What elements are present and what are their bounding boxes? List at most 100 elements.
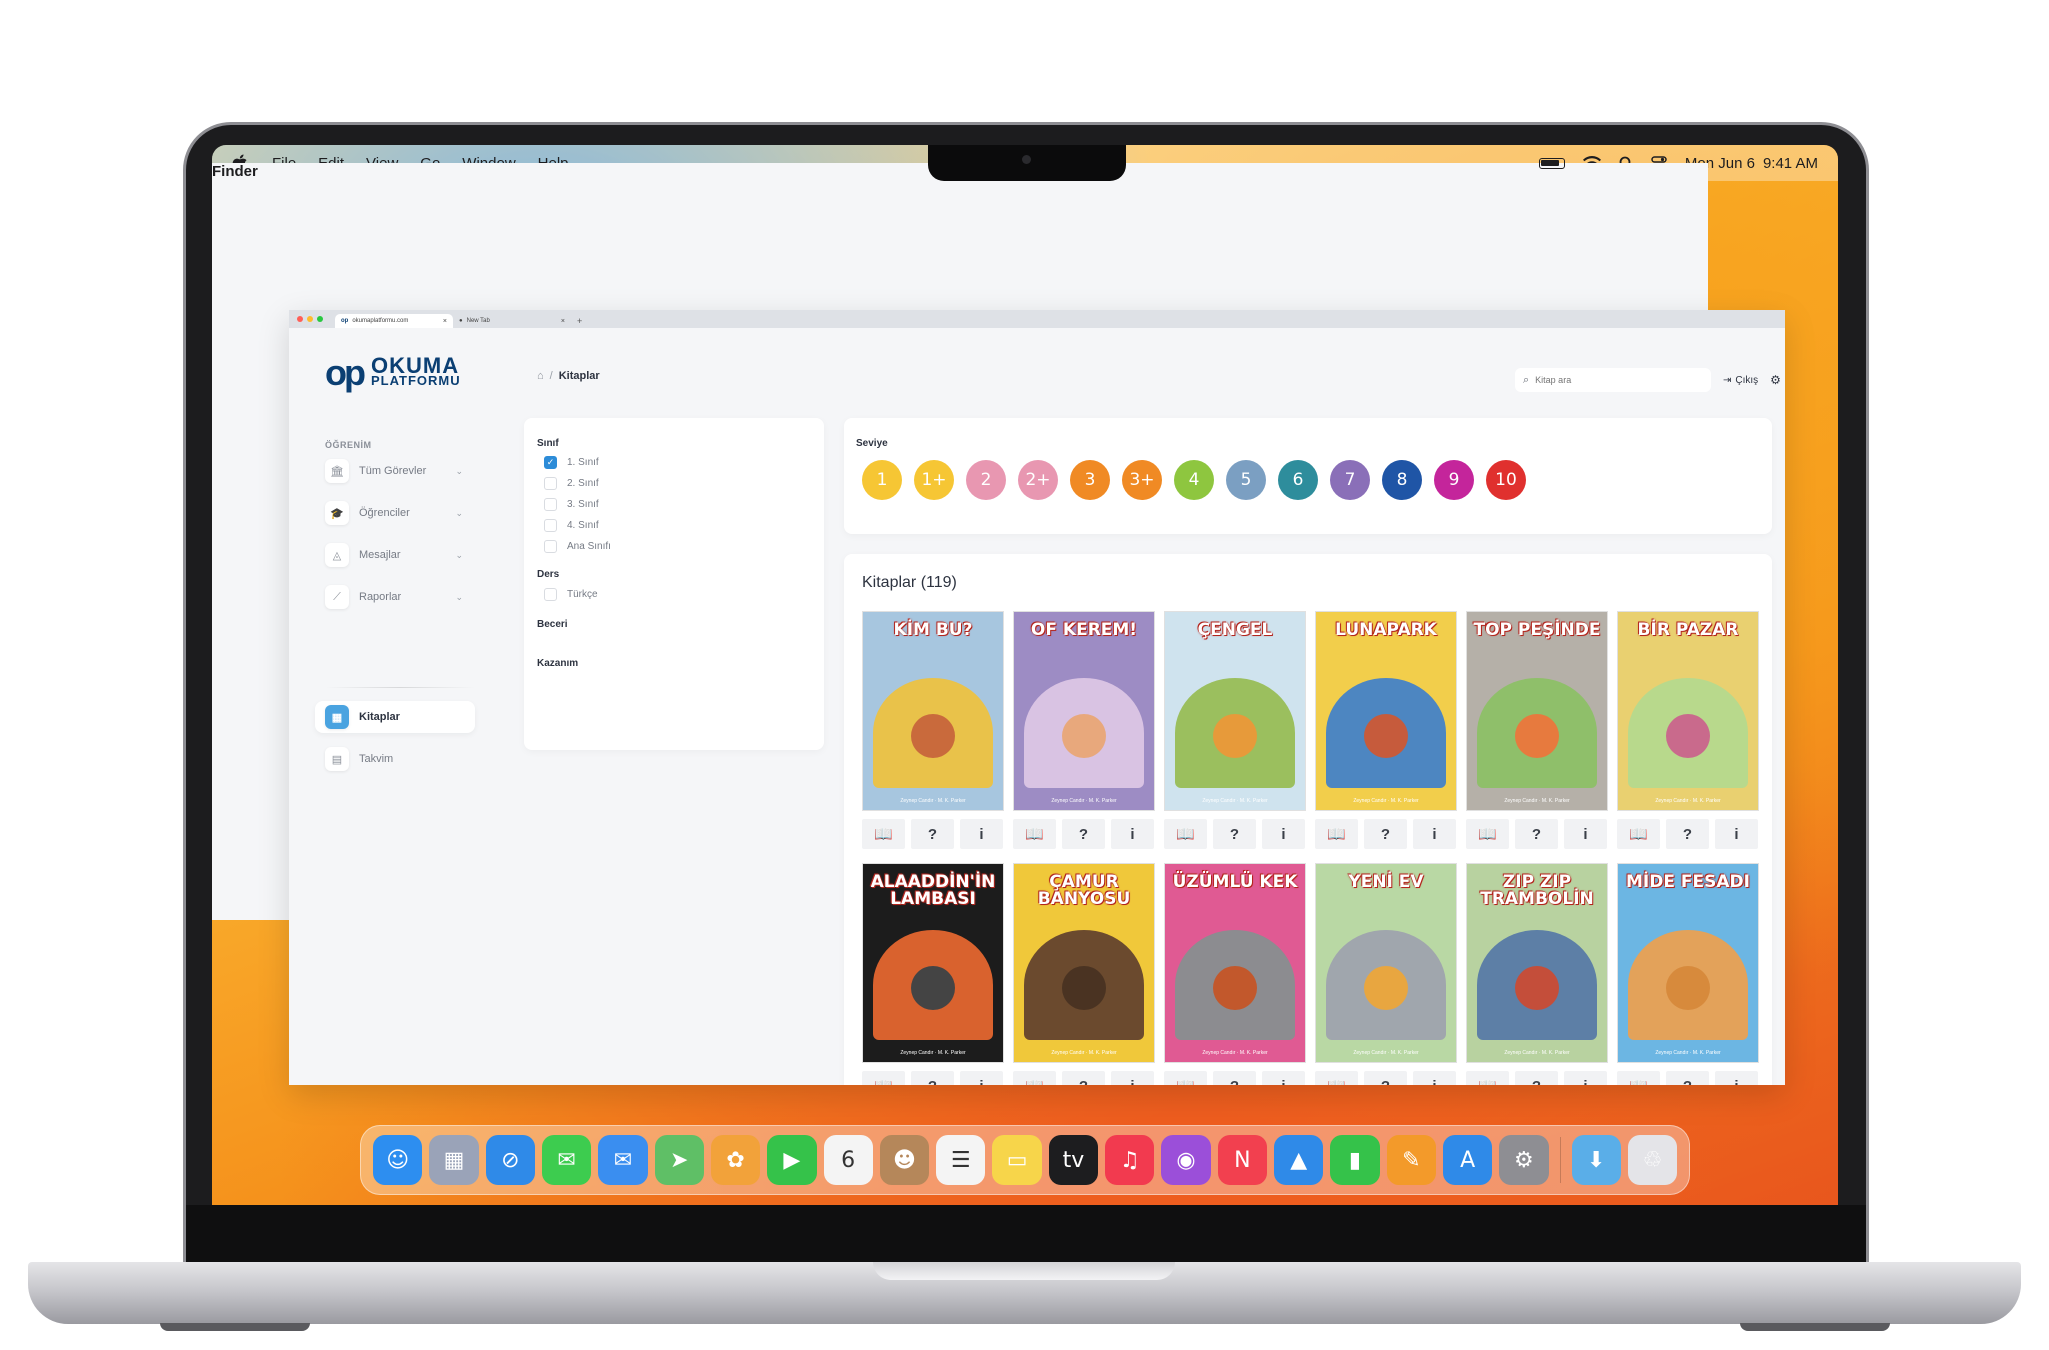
facetime-icon[interactable]: ▶ [767, 1135, 817, 1185]
level-badge[interactable]: 1+ [914, 460, 954, 500]
keynote-icon[interactable]: ▲ [1274, 1135, 1324, 1185]
quiz-question-icon[interactable]: ? [1062, 819, 1105, 849]
book-info-icon[interactable]: i [1111, 1071, 1154, 1085]
search-input[interactable] [1535, 375, 1686, 385]
book-info-icon[interactable]: i [960, 1071, 1003, 1085]
tab-new-tab[interactable]: ● New Tab × [453, 314, 571, 328]
level-badge[interactable]: 6 [1278, 460, 1318, 500]
read-book-icon[interactable]: 📖 [1013, 1071, 1056, 1085]
book-cover[interactable]: TOP PEŞİNDE Zeynep Candır · M. K. Parker [1466, 611, 1608, 811]
quiz-question-icon[interactable]: ? [1213, 819, 1256, 849]
book-cover[interactable]: ALAADDİN'İN LAMBASI Zeynep Candır · M. K.… [862, 863, 1004, 1063]
level-badge[interactable]: 2 [966, 460, 1006, 500]
notes-icon[interactable]: ▭ [992, 1135, 1042, 1185]
book-cover[interactable]: BİR PAZAR Zeynep Candır · M. K. Parker [1617, 611, 1759, 811]
maps-icon[interactable]: ➤ [654, 1135, 704, 1185]
quiz-question-icon[interactable]: ? [1666, 819, 1709, 849]
numbers-icon[interactable]: ▮ [1330, 1135, 1380, 1185]
okuma-platformu-logo[interactable]: op OKUMA PLATFORMU [325, 355, 461, 391]
checkbox[interactable] [544, 477, 557, 490]
read-book-icon[interactable]: 📖 [1466, 819, 1509, 849]
filter-title-beceri[interactable]: Beceri [537, 619, 568, 630]
level-badge[interactable]: 8 [1382, 460, 1422, 500]
calendar-icon[interactable]: 6 [823, 1135, 873, 1185]
checkbox[interactable] [544, 519, 557, 532]
filter-option-2-sinif[interactable]: 2. Sınıf [544, 477, 599, 490]
book-cover[interactable]: KİM BU? Zeynep Candır · M. K. Parker [862, 611, 1004, 811]
filter-option-3-sinif[interactable]: 3. Sınıf [544, 498, 599, 511]
mail-icon[interactable]: ✉ [598, 1135, 648, 1185]
close-window-button[interactable] [297, 316, 303, 322]
book-info-icon[interactable]: i [960, 819, 1003, 849]
trash-icon[interactable]: ♲ [1627, 1135, 1678, 1185]
safari-icon[interactable]: ⊘ [485, 1135, 535, 1185]
home-icon[interactable]: ⌂ [537, 370, 544, 382]
finder-icon[interactable]: ☺ [373, 1135, 423, 1185]
sidebar-item-tum-gorevler[interactable]: 🏛 Tüm Görevler ⌄ [325, 455, 475, 487]
filter-option-turkce[interactable]: Türkçe [544, 588, 598, 601]
filter-option-ana-sinifi[interactable]: Ana Sınıfı [544, 540, 611, 553]
sidebar-item-raporlar[interactable]: ⟋ Raporlar ⌄ [325, 581, 475, 613]
read-book-icon[interactable]: 📖 [1013, 819, 1056, 849]
book-cover[interactable]: OF KEREM! Zeynep Candır · M. K. Parker [1013, 611, 1155, 811]
menu-bar-time[interactable]: 9:41 AM [1763, 155, 1818, 172]
read-book-icon[interactable]: 📖 [1315, 819, 1358, 849]
tv-icon[interactable]: tv [1048, 1135, 1099, 1185]
read-book-icon[interactable]: 📖 [1315, 1071, 1358, 1085]
quiz-question-icon[interactable]: ? [1364, 1071, 1407, 1085]
read-book-icon[interactable]: 📖 [1164, 819, 1207, 849]
book-info-icon[interactable]: i [1413, 819, 1456, 849]
close-tab-icon[interactable]: × [443, 318, 447, 325]
book-info-icon[interactable]: i [1262, 1071, 1305, 1085]
podcasts-icon[interactable]: ◉ [1161, 1135, 1211, 1185]
checkbox[interactable] [544, 540, 557, 553]
read-book-icon[interactable]: 📖 [1617, 1071, 1660, 1085]
quiz-question-icon[interactable]: ? [1666, 1071, 1709, 1085]
book-info-icon[interactable]: i [1564, 819, 1607, 849]
messages-icon[interactable]: ✉ [541, 1135, 592, 1185]
contacts-icon[interactable]: ☻ [879, 1135, 930, 1185]
battery-icon[interactable] [1538, 157, 1565, 169]
sidebar-item-kitaplar[interactable]: ▦ Kitaplar [315, 701, 475, 733]
app-store-icon[interactable]: A [1442, 1135, 1493, 1185]
checkbox-checked[interactable]: ✓ [544, 456, 557, 469]
book-info-icon[interactable]: i [1413, 1071, 1456, 1085]
zoom-window-button[interactable] [317, 316, 323, 322]
book-cover[interactable]: ÇENGEL Zeynep Candır · M. K. Parker [1164, 611, 1306, 811]
level-badge[interactable]: 9 [1434, 460, 1474, 500]
level-badge[interactable]: 5 [1226, 460, 1266, 500]
settings-icon[interactable]: ⚙ [1770, 373, 1781, 387]
book-cover[interactable]: YENİ EV Zeynep Candır · M. K. Parker [1315, 863, 1457, 1063]
logout-button[interactable]: ⇥ Çıkış [1723, 375, 1758, 386]
filter-option-4-sinif[interactable]: 4. Sınıf [544, 519, 599, 532]
close-tab-icon[interactable]: × [561, 318, 565, 325]
news-icon[interactable]: N [1217, 1135, 1267, 1185]
quiz-question-icon[interactable]: ? [1515, 819, 1558, 849]
book-cover[interactable]: ÜZÜMLÜ KEK Zeynep Candır · M. K. Parker [1164, 863, 1306, 1063]
read-book-icon[interactable]: 📖 [862, 819, 905, 849]
quiz-question-icon[interactable]: ? [1364, 819, 1407, 849]
read-book-icon[interactable]: 📖 [1617, 819, 1660, 849]
minimize-window-button[interactable] [307, 316, 313, 322]
book-cover[interactable]: ZIP ZIP TRAMBOLİN Zeynep Candır · M. K. P… [1466, 863, 1608, 1063]
book-cover[interactable]: LUNAPARK Zeynep Candır · M. K. Parker [1315, 611, 1457, 811]
quiz-question-icon[interactable]: ? [1515, 1071, 1558, 1085]
filter-option-1-sinif[interactable]: ✓ 1. Sınıf [544, 456, 599, 469]
pages-icon[interactable]: ✎ [1386, 1135, 1436, 1185]
reminders-icon[interactable]: ☰ [936, 1135, 986, 1185]
level-badge[interactable]: 3+ [1122, 460, 1162, 500]
quiz-question-icon[interactable]: ? [911, 819, 954, 849]
quiz-question-icon[interactable]: ? [911, 1071, 954, 1085]
level-badge[interactable]: 3 [1070, 460, 1110, 500]
book-cover[interactable]: MİDE FESADI Zeynep Candır · M. K. Parker [1617, 863, 1759, 1063]
quiz-question-icon[interactable]: ? [1062, 1071, 1105, 1085]
tab-okumaplatformu[interactable]: op okumaplatformu.com × [335, 314, 453, 328]
downloads-folder-icon[interactable]: ⬇ [1571, 1135, 1621, 1185]
read-book-icon[interactable]: 📖 [1466, 1071, 1509, 1085]
level-badge[interactable]: 2+ [1018, 460, 1058, 500]
book-info-icon[interactable]: i [1262, 819, 1305, 849]
sidebar-item-mesajlar[interactable]: ◬ Mesajlar ⌄ [325, 539, 475, 571]
sidebar-item-ogrenciler[interactable]: 🎓 Öğrenciler ⌄ [325, 497, 475, 529]
level-badge[interactable]: 4 [1174, 460, 1214, 500]
level-badge[interactable]: 7 [1330, 460, 1370, 500]
